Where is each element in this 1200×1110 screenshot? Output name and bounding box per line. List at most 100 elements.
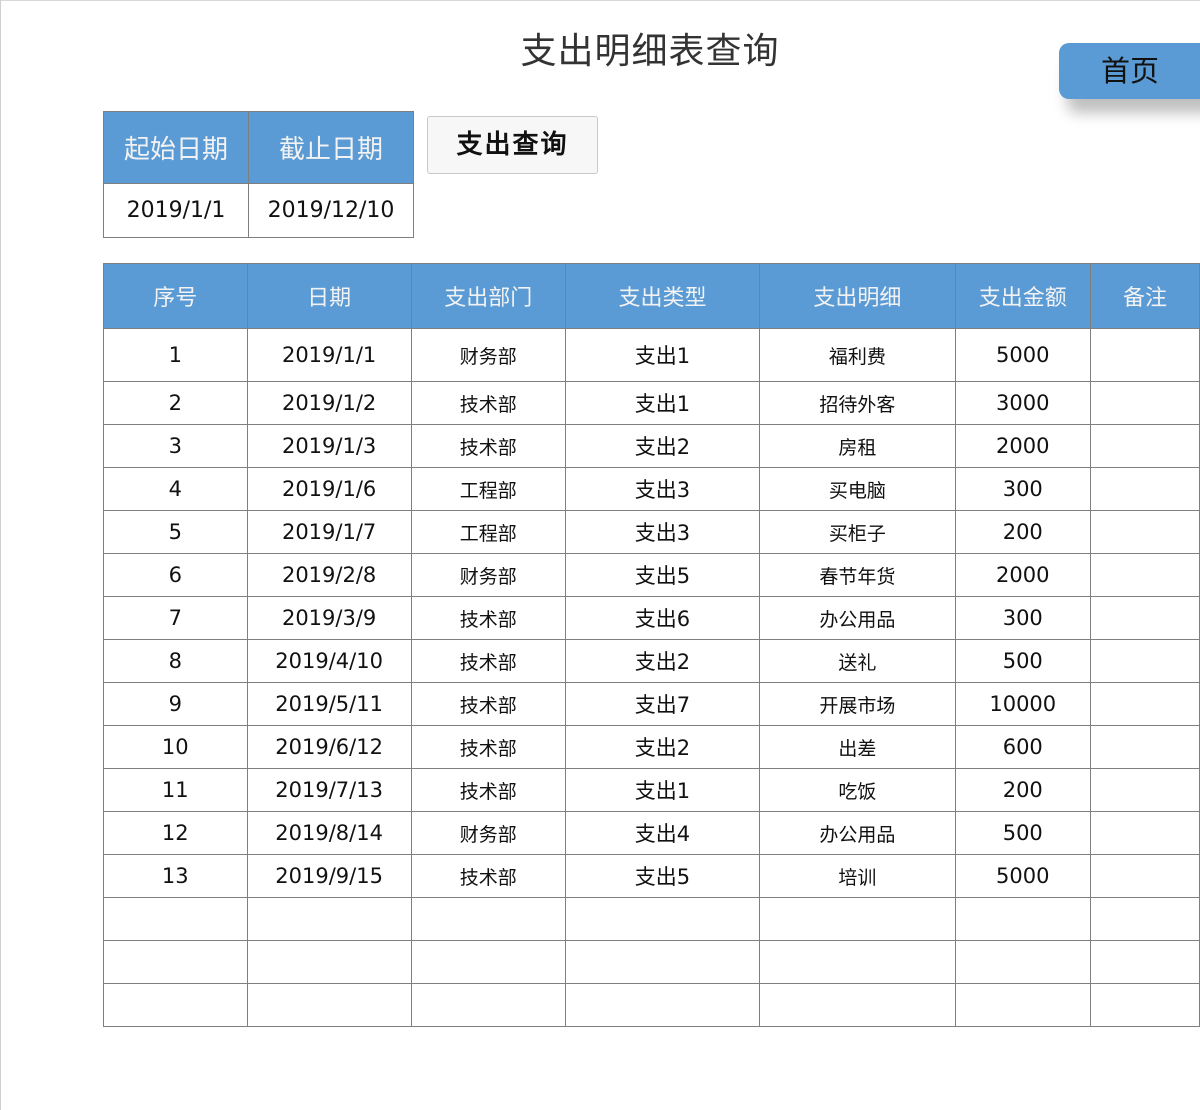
window-top-border [0, 0, 1200, 1]
table-row: 8 2019/4/10 技术部 支出2 送礼 500 [103, 639, 1200, 683]
cell-department: 技术部 [410, 768, 566, 812]
cell-type: 支出1 [564, 381, 761, 425]
cell-type: 支出1 [564, 768, 761, 812]
cell-date: 2019/1/2 [246, 381, 412, 425]
cell-type: 支出1 [564, 328, 761, 382]
cell-index: 1 [103, 328, 248, 382]
table-header-row: 序号 日期 支出部门 支出类型 支出明细 支出金额 备注 [103, 263, 1200, 329]
cell-index [103, 983, 248, 1027]
cell-index: 11 [103, 768, 248, 812]
cell-index: 3 [103, 424, 248, 468]
cell-remark [1089, 725, 1200, 769]
cell-detail: 买电脑 [759, 467, 956, 511]
end-date-input[interactable]: 2019/12/10 [248, 183, 414, 238]
cell-department: 技术部 [410, 596, 566, 640]
table-row [103, 940, 1200, 984]
cell-date: 2019/1/7 [246, 510, 412, 554]
cell-type [564, 940, 761, 984]
table-row: 4 2019/1/6 工程部 支出3 买电脑 300 [103, 467, 1200, 511]
table-row: 5 2019/1/7 工程部 支出3 买柜子 200 [103, 510, 1200, 554]
cell-remark [1089, 639, 1200, 683]
cell-remark [1089, 381, 1200, 425]
page-title: 支出明细表查询 [520, 31, 780, 72]
cell-remark [1089, 467, 1200, 511]
cell-date [246, 897, 412, 941]
start-date-input[interactable]: 2019/1/1 [103, 183, 249, 238]
cell-remark [1089, 424, 1200, 468]
cell-detail: 春节年货 [759, 553, 956, 597]
cell-date: 2019/3/9 [246, 596, 412, 640]
table-row: 12 2019/8/14 财务部 支出4 办公用品 500 [103, 811, 1200, 855]
cell-date: 2019/1/1 [246, 328, 412, 382]
cell-department: 财务部 [410, 328, 566, 382]
table-row: 3 2019/1/3 技术部 支出2 房租 2000 [103, 424, 1200, 468]
cell-detail: 招待外客 [759, 381, 956, 425]
column-header-detail: 支出明细 [759, 263, 956, 329]
cell-amount: 600 [954, 725, 1091, 769]
cell-index: 10 [103, 725, 248, 769]
cell-amount: 2000 [954, 553, 1091, 597]
table-row [103, 983, 1200, 1027]
cell-department [410, 940, 566, 984]
table-row: 6 2019/2/8 财务部 支出5 春节年货 2000 [103, 553, 1200, 597]
cell-department [410, 983, 566, 1027]
cell-type: 支出3 [564, 467, 761, 511]
cell-department: 技术部 [410, 725, 566, 769]
cell-date: 2019/8/14 [246, 811, 412, 855]
cell-amount: 200 [954, 510, 1091, 554]
cell-remark [1089, 596, 1200, 640]
cell-detail: 吃饭 [759, 768, 956, 812]
cell-type: 支出2 [564, 639, 761, 683]
cell-type: 支出3 [564, 510, 761, 554]
home-button[interactable]: 首页 [1059, 43, 1200, 99]
cell-date: 2019/6/12 [246, 725, 412, 769]
start-date-label: 起始日期 [103, 111, 249, 184]
expense-detail-table: 序号 日期 支出部门 支出类型 支出明细 支出金额 备注 1 2019/1/1 财务… [103, 263, 1200, 1027]
table-row [103, 897, 1200, 941]
cell-department [410, 897, 566, 941]
cell-department: 技术部 [410, 639, 566, 683]
cell-detail: 开展市场 [759, 682, 956, 726]
cell-amount: 5000 [954, 328, 1091, 382]
cell-remark [1089, 940, 1200, 984]
expense-query-button[interactable]: 支出查询 [427, 116, 598, 174]
cell-type: 支出6 [564, 596, 761, 640]
cell-remark [1089, 897, 1200, 941]
table-row: 1 2019/1/1 财务部 支出1 福利费 5000 [103, 328, 1200, 382]
cell-department: 技术部 [410, 854, 566, 898]
cell-amount: 5000 [954, 854, 1091, 898]
cell-amount: 3000 [954, 381, 1091, 425]
cell-date: 2019/5/11 [246, 682, 412, 726]
cell-remark [1089, 983, 1200, 1027]
cell-detail [759, 983, 956, 1027]
cell-index: 13 [103, 854, 248, 898]
cell-detail: 送礼 [759, 639, 956, 683]
cell-index: 5 [103, 510, 248, 554]
cell-department: 技术部 [410, 682, 566, 726]
cell-detail: 办公用品 [759, 811, 956, 855]
cell-type: 支出5 [564, 854, 761, 898]
cell-detail: 培训 [759, 854, 956, 898]
cell-index: 2 [103, 381, 248, 425]
cell-remark [1089, 811, 1200, 855]
cell-type [564, 983, 761, 1027]
table-row: 13 2019/9/15 技术部 支出5 培训 5000 [103, 854, 1200, 898]
cell-department: 技术部 [410, 381, 566, 425]
cell-date: 2019/1/3 [246, 424, 412, 468]
cell-index [103, 940, 248, 984]
cell-index [103, 897, 248, 941]
cell-remark [1089, 510, 1200, 554]
cell-remark [1089, 328, 1200, 382]
cell-index: 8 [103, 639, 248, 683]
cell-amount: 200 [954, 768, 1091, 812]
cell-type: 支出2 [564, 725, 761, 769]
cell-date [246, 940, 412, 984]
cell-index: 4 [103, 467, 248, 511]
column-header-department: 支出部门 [410, 263, 566, 329]
cell-detail [759, 897, 956, 941]
cell-amount [954, 940, 1091, 984]
cell-date: 2019/7/13 [246, 768, 412, 812]
cell-type: 支出2 [564, 424, 761, 468]
date-filter-table: 起始日期 截止日期 2019/1/1 2019/12/10 [103, 111, 414, 238]
cell-detail: 出差 [759, 725, 956, 769]
